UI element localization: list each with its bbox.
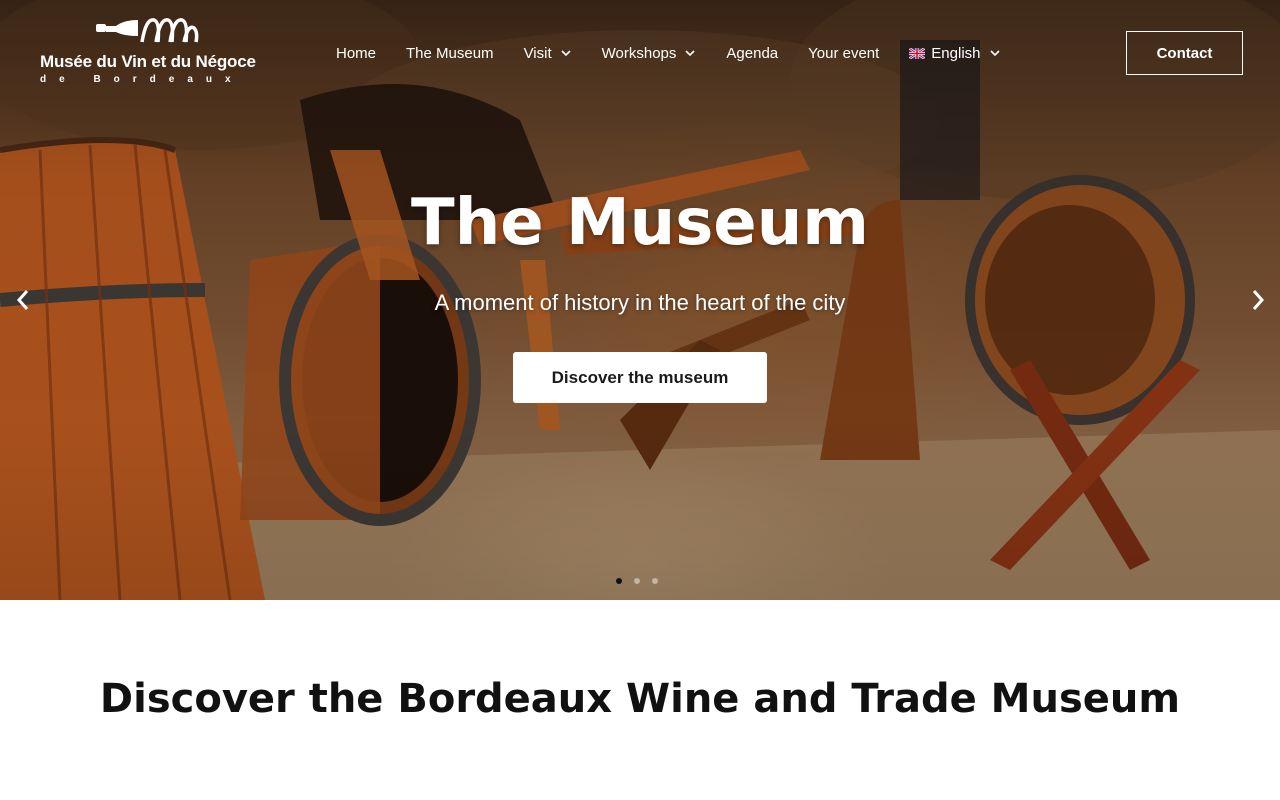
- chevron-down-icon: [561, 50, 571, 57]
- main-navigation: Home The Museum Visit Workshops Agenda Y…: [336, 41, 1031, 65]
- nav-item-the-museum[interactable]: The Museum: [406, 45, 494, 62]
- nav-item-label: The Museum: [406, 44, 494, 62]
- slider-pagination: [616, 578, 670, 584]
- nav-item-label: Your event: [808, 44, 880, 62]
- nav-item-visit[interactable]: Visit: [524, 45, 572, 62]
- uk-flag-icon: [909, 47, 926, 59]
- logo-title: Musée du Vin et du Négoce: [40, 52, 256, 71]
- nav-item-label: Home: [336, 44, 377, 62]
- chevron-down-icon: [685, 50, 695, 57]
- slider-dot[interactable]: [634, 578, 640, 584]
- slider-dot[interactable]: [652, 578, 658, 584]
- chevron-left-icon[interactable]: [13, 286, 33, 314]
- slider-dot[interactable]: [616, 578, 622, 584]
- site-header: Musée du Vin et du Négoce de Bordeaux Ho…: [0, 0, 1280, 110]
- hero-title: The Museum: [411, 186, 869, 260]
- nav-item-your-event[interactable]: Your event: [808, 45, 879, 62]
- language-label: English: [931, 44, 981, 62]
- nav-item-label: Agenda: [726, 44, 779, 62]
- chevron-right-icon[interactable]: [1248, 286, 1268, 314]
- nav-item-agenda[interactable]: Agenda: [726, 45, 778, 62]
- logo-subtitle: de Bordeaux: [40, 74, 244, 85]
- nav-item-home[interactable]: Home: [336, 45, 376, 62]
- nav-item-label: Visit: [523, 44, 552, 62]
- section-heading: Discover the Bordeaux Wine and Trade Mus…: [99, 676, 1181, 722]
- discover-museum-button[interactable]: Discover the museum: [513, 352, 767, 403]
- nav-item-workshops[interactable]: Workshops: [602, 45, 697, 62]
- language-switcher[interactable]: English: [909, 45, 1000, 62]
- contact-button[interactable]: Contact: [1126, 31, 1243, 75]
- nav-item-label: Workshops: [601, 44, 677, 62]
- hero-subtitle: A moment of history in the heart of the …: [434, 290, 846, 315]
- chevron-down-icon: [989, 50, 1000, 57]
- hero-slider: Musée du Vin et du Négoce de Bordeaux Ho…: [0, 0, 1280, 600]
- site-logo[interactable]: Musée du Vin et du Négoce de Bordeaux: [40, 14, 265, 90]
- wine-bottle-logo-icon: [96, 18, 199, 43]
